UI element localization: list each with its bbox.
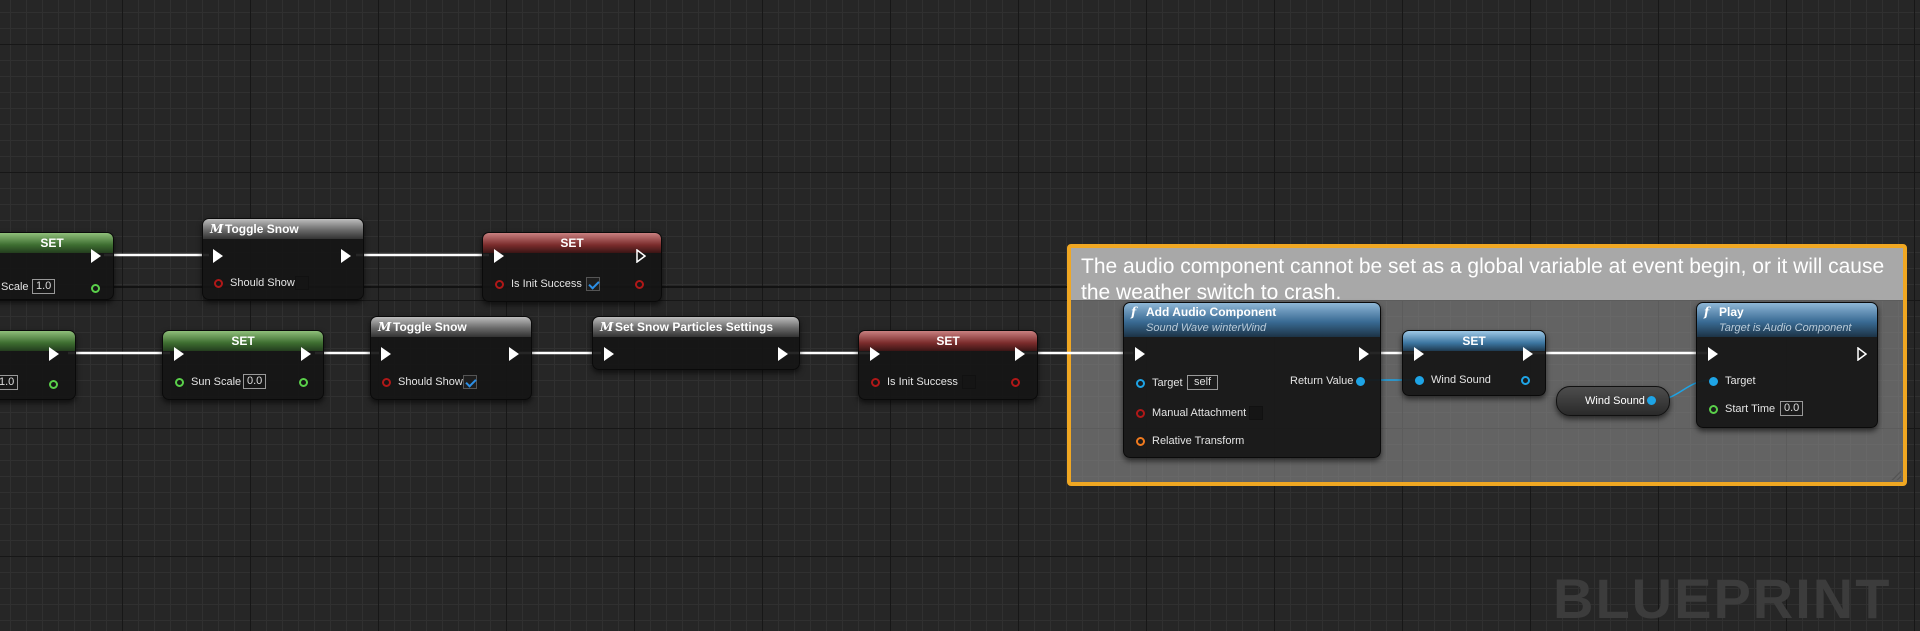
node-header <box>0 331 75 351</box>
node-title: SET <box>859 331 1037 351</box>
exec-in-pin[interactable] <box>1414 347 1424 361</box>
bool-out-pin[interactable] <box>1011 378 1020 387</box>
target-self-field[interactable]: self <box>1187 375 1219 390</box>
bool-in-pin[interactable] <box>871 378 880 387</box>
exec-out-pin[interactable] <box>778 347 788 361</box>
object-in-pin[interactable] <box>1709 377 1718 386</box>
variable-label: Wind Sound <box>1585 395 1645 407</box>
exec-out-pin[interactable] <box>509 347 519 361</box>
macro-icon: M <box>210 222 224 236</box>
bool-in-pin[interactable] <box>1136 409 1145 418</box>
exec-out-pin-hollow[interactable] <box>636 249 646 263</box>
exec-out-pin[interactable] <box>91 249 101 263</box>
macro-icon: M <box>600 320 614 334</box>
function-icon: f <box>1704 305 1710 319</box>
start-time-value-field[interactable]: 0.0 <box>1780 401 1804 416</box>
node-subtitle: Target is Audio Component <box>1719 322 1852 334</box>
pin-label: Wind Sound <box>1431 374 1491 386</box>
function-icon: f <box>1131 305 1137 319</box>
pin-label: Relative Transform <box>1152 435 1245 447</box>
node-title: M Set Snow Particles Settings <box>593 317 799 337</box>
exec-in-pin[interactable] <box>1135 347 1145 361</box>
exec-out-pin[interactable] <box>301 347 311 361</box>
float-out-pin[interactable] <box>91 284 100 293</box>
pin-label: Is Init Success <box>887 376 958 388</box>
exec-out-pin[interactable] <box>49 347 59 361</box>
exec-in-pin[interactable] <box>381 347 391 361</box>
exec-in-pin[interactable] <box>870 347 880 361</box>
is-init-success-checkbox[interactable] <box>586 277 600 291</box>
bool-in-pin[interactable] <box>382 378 391 387</box>
add-audio-component-node[interactable]: f Add Audio Component Sound Wave winterWin… <box>1123 302 1381 458</box>
pin-label: Scale <box>1 281 29 293</box>
toggle-snow-node-2[interactable]: M Toggle Snow Should Show <box>370 316 532 400</box>
node-title: f Add Audio Component Sound Wave winterWin… <box>1124 303 1380 337</box>
pin-label: Return Value <box>1290 375 1354 387</box>
exec-out-pin[interactable] <box>341 249 351 263</box>
exec-in-pin[interactable] <box>213 249 223 263</box>
node-title: f Play Target is Audio Component <box>1697 303 1877 337</box>
exec-out-pin[interactable] <box>1015 347 1025 361</box>
macro-icon: M <box>378 320 392 334</box>
exec-out-pin[interactable] <box>1523 347 1533 361</box>
object-in-pin[interactable] <box>1136 379 1145 388</box>
play-node[interactable]: f Play Target is Audio Component Target St… <box>1696 302 1878 428</box>
float-out-pin[interactable] <box>49 380 58 389</box>
bool-in-pin[interactable] <box>214 279 223 288</box>
wind-sound-variable[interactable]: Wind Sound <box>1556 386 1670 416</box>
is-init-success-checkbox[interactable] <box>962 375 976 389</box>
set-node-scale[interactable]: SET Scale 1.0 <box>0 232 114 300</box>
float-out-pin[interactable] <box>299 378 308 387</box>
exec-in-pin[interactable] <box>604 347 614 361</box>
node-title: SET <box>483 233 661 253</box>
exec-out-pin-hollow[interactable] <box>1857 347 1867 361</box>
float-in-pin[interactable] <box>175 378 184 387</box>
object-out-pin[interactable] <box>1356 377 1365 386</box>
node-title: M Toggle Snow <box>203 219 363 239</box>
set-node-partial[interactable]: 1.0 <box>0 330 76 400</box>
pin-label: Target <box>1152 377 1183 389</box>
blueprint-watermark: BLUEPRINT <box>1553 567 1892 630</box>
toggle-snow-node-1[interactable]: M Toggle Snow Should Show <box>202 218 364 300</box>
object-out-pin[interactable] <box>1521 376 1530 385</box>
should-show-checkbox[interactable] <box>463 375 477 389</box>
sun-scale-value-field[interactable]: 0.0 <box>243 374 267 389</box>
pin-label: Target <box>1725 375 1756 387</box>
should-show-checkbox[interactable] <box>295 276 309 290</box>
transform-in-pin[interactable] <box>1136 437 1145 446</box>
pin-label: Sun Scale <box>191 376 242 388</box>
exec-out-pin[interactable] <box>1359 347 1369 361</box>
resize-grip-icon[interactable] <box>1891 470 1901 480</box>
object-in-pin[interactable] <box>1415 376 1424 385</box>
object-out-pin[interactable] <box>1647 396 1656 405</box>
node-title: M Toggle Snow <box>371 317 531 337</box>
bool-out-pin[interactable] <box>635 280 644 289</box>
exec-in-pin[interactable] <box>1708 347 1718 361</box>
pin-label: Should Show <box>398 376 463 388</box>
pin-label: Is Init Success <box>511 278 582 290</box>
scale-value-field[interactable]: 1.0 <box>0 375 19 390</box>
comment-text[interactable]: The audio component cannot be set as a g… <box>1071 248 1903 304</box>
set-wind-sound-node[interactable]: SET Wind Sound <box>1402 330 1546 396</box>
pin-label: Start Time <box>1725 403 1776 415</box>
pin-label: Should Show <box>230 277 295 289</box>
scale-value-field[interactable]: 1.0 <box>32 279 56 294</box>
manual-attachment-checkbox[interactable] <box>1249 406 1263 420</box>
set-snow-particles-node[interactable]: M Set Snow Particles Settings <box>592 316 800 370</box>
bool-in-pin[interactable] <box>495 280 504 289</box>
pin-label: Manual Attachment <box>1152 407 1247 419</box>
node-title: SET <box>163 331 323 351</box>
exec-in-pin[interactable] <box>494 249 504 263</box>
set-init-node-2[interactable]: SET Is Init Success <box>858 330 1038 400</box>
node-subtitle: Sound Wave winterWind <box>1146 322 1267 334</box>
exec-in-pin[interactable] <box>174 347 184 361</box>
float-in-pin[interactable] <box>1709 405 1718 414</box>
set-init-node-1[interactable]: SET Is Init Success <box>482 232 662 302</box>
set-sun-scale-node[interactable]: SET Sun Scale 0.0 <box>162 330 324 400</box>
